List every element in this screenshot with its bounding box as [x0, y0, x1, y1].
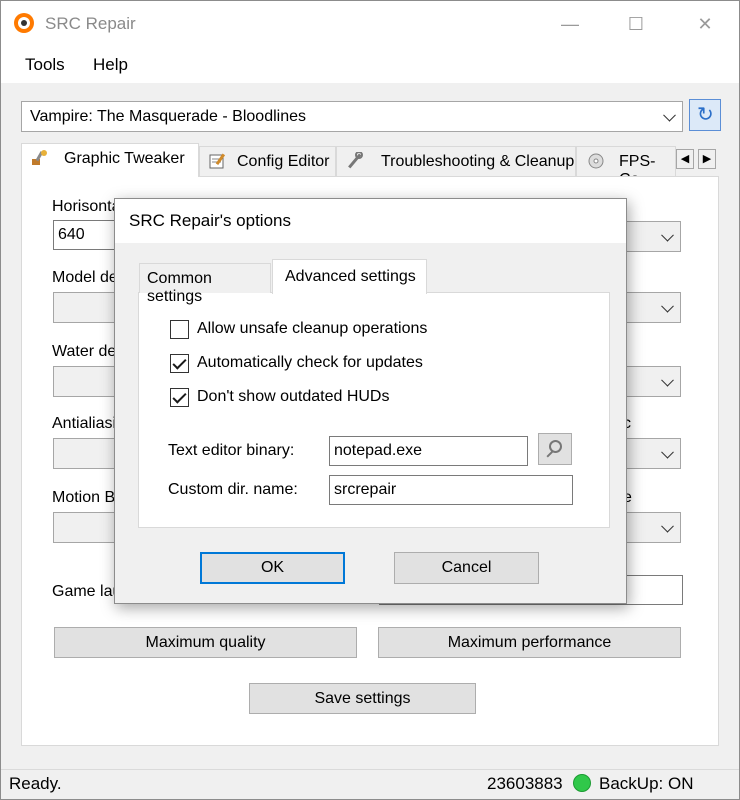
- app-logo-icon: [14, 13, 34, 33]
- resolution-width-input[interactable]: 640: [53, 220, 123, 250]
- tab-label: Common settings: [147, 270, 212, 305]
- tab-troubleshooting[interactable]: Troubleshooting & Cleanup: [336, 146, 576, 176]
- refresh-icon: ↻: [697, 104, 714, 126]
- tab-label: Graphic Tweaker: [64, 150, 185, 167]
- disc-icon: [588, 153, 604, 169]
- motion-blur-label: Motion Bl: [52, 489, 119, 506]
- hide-outdated-huds-label: Don't show outdated HUDs: [197, 388, 390, 405]
- backup-status-icon: [573, 774, 591, 792]
- search-icon-handle: [546, 450, 554, 458]
- menu-tools[interactable]: Tools: [25, 55, 65, 75]
- save-settings-button[interactable]: Save settings: [249, 683, 476, 714]
- maximum-quality-button[interactable]: Maximum quality: [54, 627, 357, 658]
- chevron-down-icon: [663, 108, 676, 122]
- chevron-down-icon: [661, 445, 674, 459]
- tab-fps-configs[interactable]: FPS-Co: [576, 146, 676, 176]
- brush-icon: [32, 150, 47, 165]
- window-title: SRC Repair: [45, 14, 136, 33]
- ok-button[interactable]: OK: [200, 552, 345, 584]
- chevron-down-icon: [661, 228, 674, 242]
- tab-label: Config Editor: [237, 153, 330, 170]
- text-editor-label: Text editor binary:: [168, 442, 295, 459]
- backup-status-text: BackUp: ON: [599, 774, 694, 793]
- options-dialog: SRC Repair's options Common settings Adv…: [114, 198, 627, 604]
- refresh-button[interactable]: ↻: [689, 99, 721, 131]
- hide-outdated-huds-checkbox[interactable]: [170, 388, 189, 407]
- close-button[interactable]: ✕: [689, 9, 721, 39]
- tab-common-settings[interactable]: Common settings: [139, 263, 271, 305]
- chevron-down-icon: [661, 519, 674, 533]
- menu-help[interactable]: Help: [93, 55, 128, 75]
- wrench-icon: [348, 152, 363, 169]
- tab-label: Advanced settings: [285, 268, 416, 285]
- custom-dir-label: Custom dir. name:: [168, 481, 298, 498]
- notepad-icon: [209, 153, 226, 169]
- game-launch-label: Game lau: [52, 583, 122, 600]
- auto-update-label: Automatically check for updates: [197, 354, 423, 371]
- resolution-label: Horisonta: [52, 198, 121, 215]
- custom-dir-input[interactable]: srcrepair: [329, 475, 573, 505]
- title-bar: SRC Repair — ☐ ✕: [1, 1, 739, 47]
- app-window: SRC Repair — ☐ ✕ Tools Help Vampire: The…: [0, 0, 740, 800]
- tab-graphic-tweaker[interactable]: Graphic Tweaker: [21, 143, 199, 177]
- chevron-down-icon: [661, 299, 674, 313]
- tab-label: FPS-Co: [619, 153, 656, 176]
- tab-config-editor[interactable]: Config Editor: [199, 146, 336, 176]
- maximum-performance-button[interactable]: Maximum performance: [378, 627, 681, 658]
- browse-button[interactable]: [538, 433, 572, 465]
- chevron-down-icon: [661, 373, 674, 387]
- water-detail-label: Water de: [52, 343, 117, 360]
- game-select-value: Vampire: The Masquerade - Bloodlines: [30, 108, 306, 125]
- game-select[interactable]: Vampire: The Masquerade - Bloodlines: [21, 101, 683, 132]
- status-counter: 23603883: [487, 774, 563, 793]
- auto-update-checkbox[interactable]: [170, 354, 189, 373]
- cancel-button[interactable]: Cancel: [394, 552, 539, 584]
- dialog-title: SRC Repair's options: [129, 211, 291, 230]
- tab-scroll-right-button[interactable]: ▶: [698, 149, 716, 169]
- minimize-button[interactable]: —: [554, 9, 586, 39]
- allow-unsafe-cleanup-label: Allow unsafe cleanup operations: [197, 320, 428, 337]
- maximize-button[interactable]: ☐: [620, 9, 652, 39]
- allow-unsafe-cleanup-checkbox[interactable]: [170, 320, 189, 339]
- dialog-title-bar: SRC Repair's options: [115, 199, 626, 243]
- tab-scroll-left-button[interactable]: ◀: [676, 149, 694, 169]
- text-editor-input[interactable]: notepad.exe: [329, 436, 528, 466]
- model-detail-label: Model de: [52, 269, 118, 286]
- tab-label: Troubleshooting & Cleanup: [381, 153, 575, 170]
- tab-advanced-settings[interactable]: Advanced settings: [272, 259, 427, 294]
- status-text: Ready.: [9, 774, 62, 793]
